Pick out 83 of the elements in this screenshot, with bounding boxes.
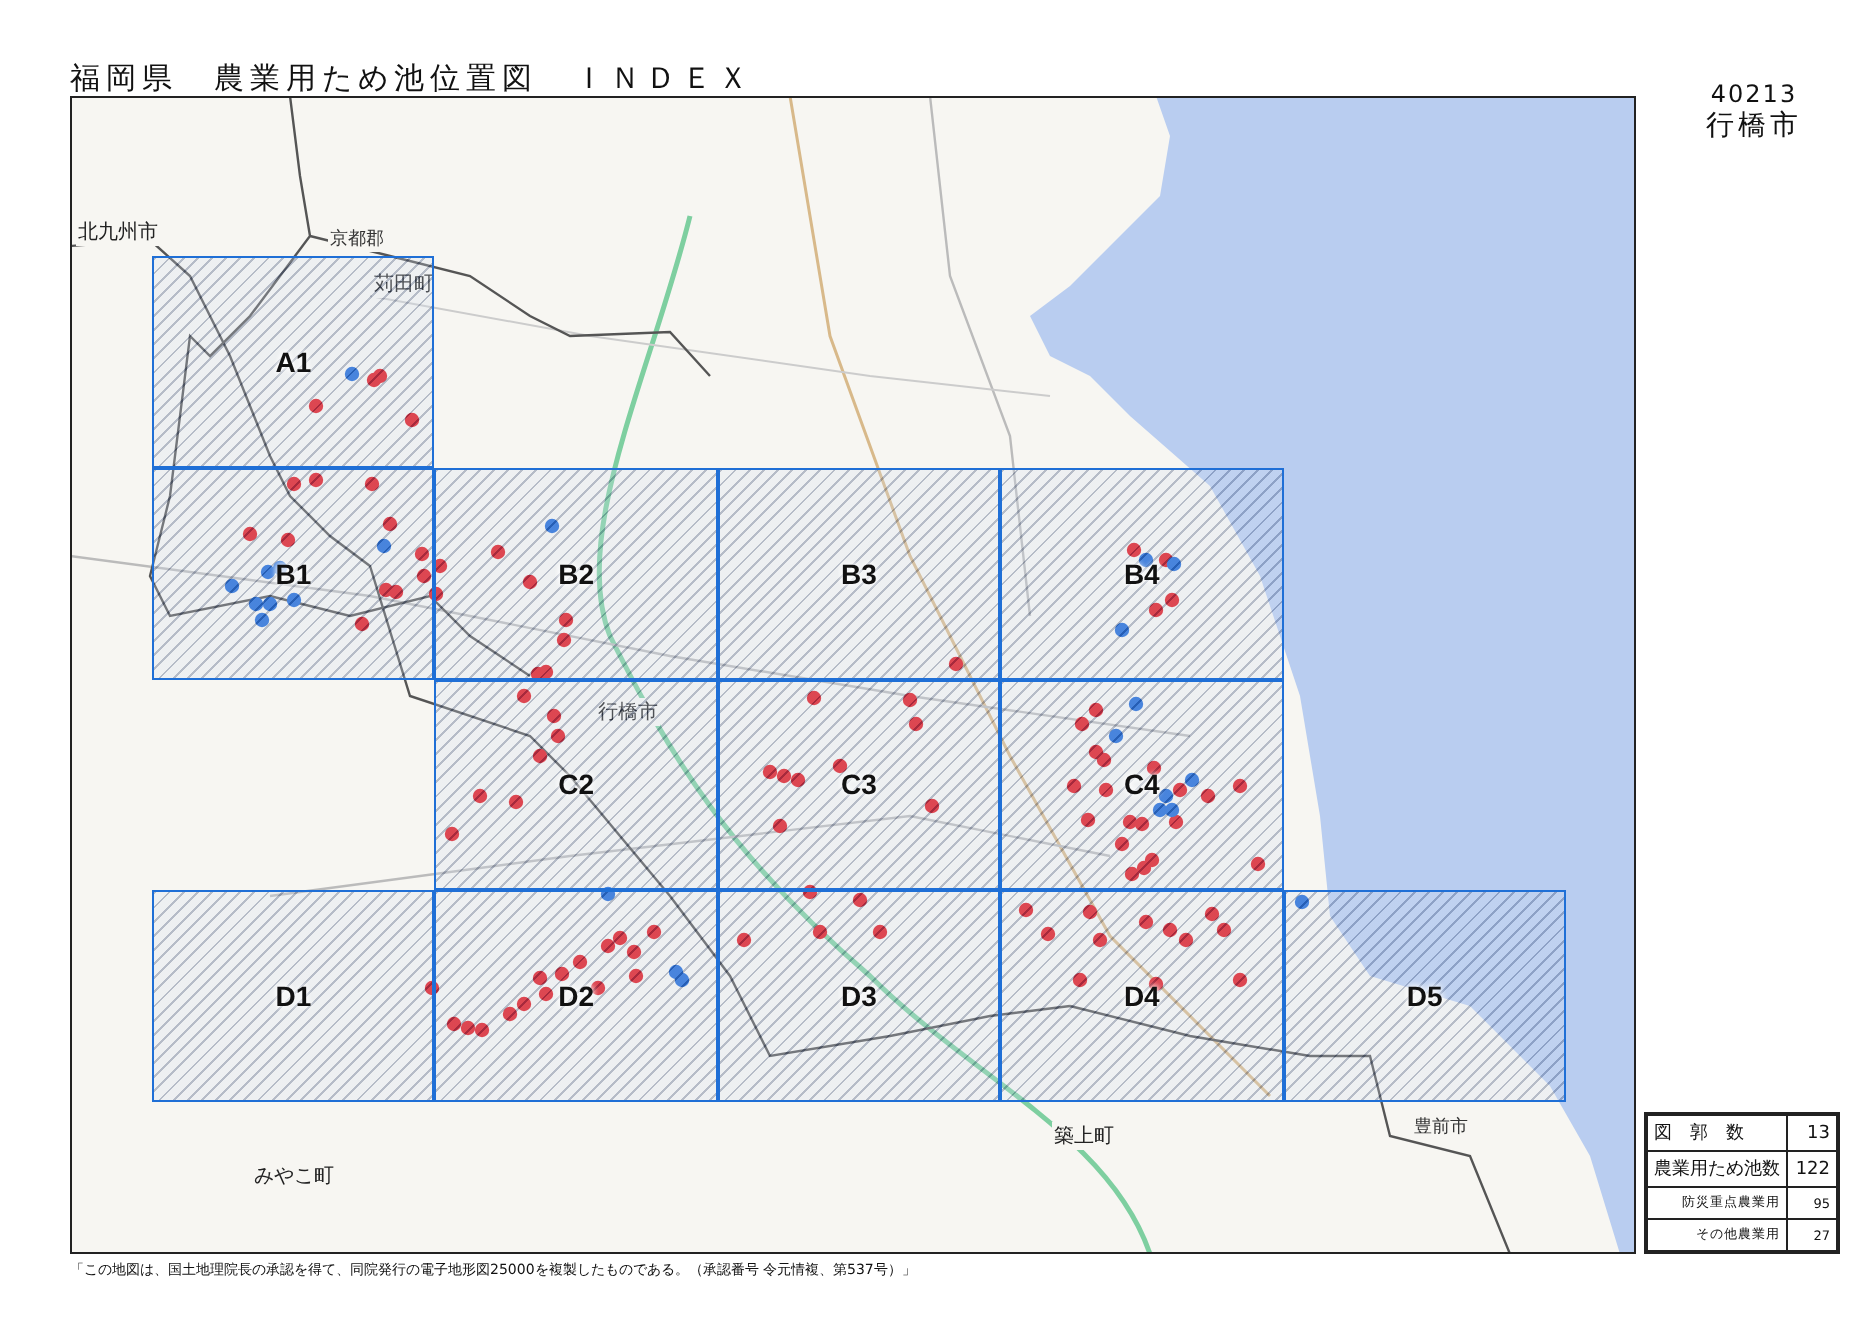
pond-marker	[490, 544, 506, 560]
pond-marker	[806, 690, 822, 706]
summary-label: 図 郭 数	[1646, 1114, 1787, 1151]
pond-marker	[646, 924, 662, 940]
pond-marker	[242, 526, 258, 542]
pond-marker	[516, 688, 532, 704]
pond-marker	[364, 476, 380, 492]
pond-marker	[444, 826, 460, 842]
pond-marker	[532, 748, 548, 764]
pond-marker	[508, 794, 524, 810]
pond-marker	[546, 708, 562, 724]
map-sheet-cell[interactable]: B2	[434, 467, 718, 679]
map-sheet-cell[interactable]: D2	[434, 890, 718, 1102]
pond-marker	[908, 716, 924, 732]
pond-marker	[556, 632, 572, 648]
pond-marker	[1114, 622, 1130, 638]
map-sheet-cell[interactable]: B1	[152, 467, 435, 679]
pond-marker	[1114, 836, 1130, 852]
place-name: 北九州市	[76, 218, 160, 246]
pond-marker	[376, 538, 392, 554]
map-title: 福岡県 農業用ため池位置図 ＩＮＤＥＸ	[70, 60, 756, 96]
pond-marker	[1128, 696, 1144, 712]
pond-marker	[1108, 728, 1124, 744]
pond-marker	[1066, 778, 1082, 794]
pond-marker	[286, 592, 302, 608]
pond-marker	[802, 884, 818, 900]
pond-marker	[308, 472, 324, 488]
map-sheet-cell[interactable]: C3	[717, 679, 1001, 891]
pond-marker	[354, 616, 370, 632]
pond-marker	[1146, 760, 1162, 776]
pond-marker	[280, 532, 296, 548]
pond-marker	[772, 818, 788, 834]
pond-marker	[1232, 778, 1248, 794]
pond-marker	[544, 518, 560, 534]
pond-marker	[1072, 972, 1088, 988]
pond-marker	[522, 574, 538, 590]
pond-marker	[1040, 926, 1056, 942]
pond-marker	[590, 980, 606, 996]
map-sheet-cell[interactable]: D3	[717, 890, 1001, 1102]
pond-marker	[1082, 904, 1098, 920]
pond-marker	[1080, 812, 1096, 828]
pond-marker	[902, 692, 918, 708]
pond-marker	[404, 412, 420, 428]
map-sheet-cell[interactable]: D1	[152, 890, 435, 1102]
place-name: 豊前市	[1412, 1114, 1470, 1140]
pond-marker	[308, 398, 324, 414]
pond-marker	[1294, 894, 1310, 910]
pond-marker	[472, 788, 488, 804]
map-sheet-cell[interactable]: B4	[1000, 467, 1284, 679]
pond-marker	[736, 932, 752, 948]
map-sheet-cell[interactable]: B3	[717, 467, 1001, 679]
pond-marker	[812, 924, 828, 940]
pond-marker	[628, 968, 644, 984]
city-code: 40213	[1710, 80, 1798, 108]
pond-marker	[550, 728, 566, 744]
pond-marker	[286, 476, 302, 492]
pond-marker	[558, 612, 574, 628]
city-name: 行橋市	[1706, 108, 1802, 144]
place-name: 行橋市	[596, 698, 660, 726]
map-sheet-cell[interactable]: C4	[1000, 679, 1284, 891]
pond-marker	[224, 578, 240, 594]
pond-marker	[1250, 856, 1266, 872]
pond-marker	[600, 886, 616, 902]
summary-label: 農業用ため池数	[1646, 1151, 1787, 1187]
pond-marker	[924, 798, 940, 814]
pond-marker	[344, 366, 360, 382]
pond-marker	[852, 892, 868, 908]
place-name: 京都郡	[328, 226, 386, 252]
place-name: 築上町	[1052, 1122, 1116, 1150]
pond-marker	[832, 758, 848, 774]
place-name: みやこ町	[252, 1162, 336, 1190]
pond-marker	[424, 980, 440, 996]
pond-marker	[1092, 932, 1108, 948]
pond-marker	[1138, 914, 1154, 930]
pond-marker	[872, 924, 888, 940]
pond-marker	[1098, 782, 1114, 798]
place-name: 苅田町	[372, 270, 436, 298]
map-sheet-cell[interactable]: D5	[1283, 890, 1566, 1102]
map-sheet-cell[interactable]: D4	[1000, 890, 1284, 1102]
pond-marker	[1232, 972, 1248, 988]
pond-marker	[382, 516, 398, 532]
pond-marker	[1018, 902, 1034, 918]
pond-marker	[948, 656, 964, 672]
